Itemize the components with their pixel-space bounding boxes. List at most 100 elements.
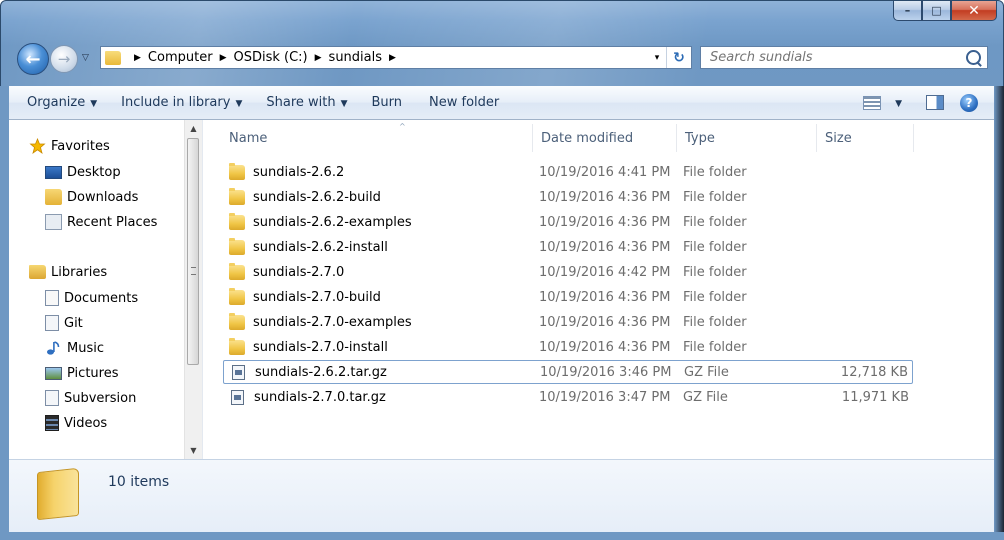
file-row[interactable]: sundials-2.6.2-build 10/19/2016 4:36 PM Fi…	[223, 185, 913, 209]
file-name-cell[interactable]: sundials-2.6.2.tar.gz	[230, 364, 387, 380]
scroll-up-button[interactable]: ▲	[185, 120, 202, 137]
caption-buttons: – □ ✕	[893, 1, 997, 21]
scroll-grip-icon	[191, 267, 196, 275]
organize-button[interactable]: Organize ▼	[9, 95, 106, 110]
forward-button[interactable]: →	[50, 45, 78, 73]
scrollbar-thumb[interactable]	[187, 138, 199, 365]
file-row[interactable]: sundials-2.6.2.tar.gz 10/19/2016 3:46 PM G…	[223, 360, 913, 384]
sidebar-item-subversion[interactable]: Subversion	[45, 387, 136, 409]
file-type: File folder	[683, 164, 747, 180]
forward-arrow-icon: →	[57, 50, 71, 68]
sidebar-item-videos[interactable]: Videos	[45, 412, 107, 434]
column-header-name[interactable]: Name ^	[229, 122, 529, 152]
file-name-cell[interactable]: sundials-2.7.0-examples	[229, 312, 412, 330]
refresh-icon: ↻	[673, 49, 685, 66]
file-list: Name ^ Date modified Type Size sundials-…	[205, 120, 994, 459]
file-date-modified: 10/19/2016 3:47 PM	[539, 389, 671, 405]
sidebar-item-downloads[interactable]: Downloads	[45, 186, 138, 208]
git-library-icon	[45, 315, 59, 331]
sidebar-item-pictures[interactable]: Pictures	[45, 362, 118, 384]
chevron-right-icon[interactable]: ▶	[389, 53, 396, 63]
chevron-right-icon[interactable]: ▶	[134, 53, 141, 63]
column-header-size[interactable]: Size	[816, 124, 914, 152]
sidebar-item-favorites[interactable]: Favorites	[29, 135, 110, 157]
file-name-cell[interactable]: sundials-2.7.0	[229, 262, 345, 280]
more-views-button[interactable]: ▼	[884, 95, 908, 110]
file-name-cell[interactable]: sundials-2.6.2-build	[229, 187, 381, 205]
file-size: 11,971 KB	[841, 389, 909, 405]
subversion-library-icon	[45, 390, 59, 406]
address-dropdown-button[interactable]: ▾	[648, 53, 666, 63]
new-folder-button[interactable]: New folder	[411, 95, 508, 110]
file-row[interactable]: sundials-2.6.2-install 10/19/2016 4:36 PM…	[223, 235, 913, 259]
sidebar-item-git[interactable]: Git	[45, 312, 83, 334]
file-name-cell[interactable]: sundials-2.6.2	[229, 162, 344, 180]
refresh-button[interactable]: ↻	[666, 47, 691, 68]
file-type: File folder	[683, 239, 747, 255]
help-icon[interactable]: ?	[960, 93, 978, 112]
file-date-modified: 10/19/2016 4:36 PM	[539, 239, 671, 255]
search-icon[interactable]	[966, 50, 981, 65]
file-name-cell[interactable]: sundials-2.7.0-build	[229, 287, 381, 305]
archive-file-icon	[231, 389, 244, 405]
file-row[interactable]: sundials-2.7.0-install 10/19/2016 4:36 PM…	[223, 335, 913, 359]
file-name-cell[interactable]: sundials-2.6.2-examples	[229, 212, 412, 230]
search-input[interactable]	[701, 49, 962, 66]
maximize-button[interactable]: □	[922, 1, 951, 21]
folder-icon	[229, 212, 245, 230]
file-row[interactable]: sundials-2.6.2 10/19/2016 4:41 PM File fol…	[223, 160, 913, 184]
file-type: File folder	[683, 264, 747, 280]
file-type: File folder	[683, 214, 747, 230]
file-date-modified: 10/19/2016 4:42 PM	[539, 264, 671, 280]
sidebar-item-desktop[interactable]: Desktop	[45, 161, 121, 183]
file-name-cell[interactable]: sundials-2.7.0-install	[229, 337, 388, 355]
file-date-modified: 10/19/2016 4:36 PM	[539, 339, 671, 355]
file-name: sundials-2.6.2-examples	[253, 214, 412, 230]
file-row[interactable]: sundials-2.7.0.tar.gz 10/19/2016 3:47 PM G…	[223, 385, 913, 409]
file-name-cell[interactable]: sundials-2.7.0.tar.gz	[229, 389, 386, 405]
sidebar-item-music[interactable]: Music	[45, 337, 104, 359]
burn-button[interactable]: Burn	[357, 95, 412, 110]
chevron-right-icon[interactable]: ▶	[220, 53, 227, 63]
sidebar-item-documents[interactable]: Documents	[45, 287, 138, 309]
file-type: File folder	[683, 339, 747, 355]
folder-icon	[229, 337, 245, 355]
close-button[interactable]: ✕	[951, 1, 997, 21]
scroll-down-button[interactable]: ▼	[185, 442, 202, 459]
file-row[interactable]: sundials-2.7.0 10/19/2016 4:42 PM File fol…	[223, 260, 913, 284]
file-row[interactable]: sundials-2.7.0-examples 10/19/2016 4:36 P…	[223, 310, 913, 334]
breadcrumb-sundials[interactable]: sundials	[329, 50, 382, 65]
file-name-cell[interactable]: sundials-2.6.2-install	[229, 237, 388, 255]
file-row[interactable]: sundials-2.7.0-build 10/19/2016 4:36 PM Fi…	[223, 285, 913, 309]
file-type: GZ File	[683, 389, 728, 405]
star-icon	[29, 138, 46, 154]
file-name: sundials-2.7.0	[253, 264, 345, 280]
sidebar-item-libraries[interactable]: Libraries	[29, 261, 107, 283]
file-date-modified: 10/19/2016 4:41 PM	[539, 164, 671, 180]
change-view-icon[interactable]	[863, 95, 882, 110]
search-box[interactable]	[700, 46, 988, 69]
chevron-right-icon[interactable]: ▶	[315, 53, 322, 63]
back-button[interactable]: ←	[17, 43, 49, 75]
sidebar-item-label: Desktop	[67, 164, 121, 180]
include-in-library-button[interactable]: Include in library ▼	[106, 95, 251, 110]
window-frame-right	[994, 86, 1004, 532]
sidebar-scrollbar[interactable]: ▲ ▼	[184, 120, 202, 459]
file-row[interactable]: sundials-2.6.2-examples 10/19/2016 4:36 P…	[223, 210, 913, 234]
preview-pane-icon[interactable]	[926, 95, 944, 110]
share-with-button[interactable]: Share with ▼	[251, 95, 356, 110]
breadcrumb-computer[interactable]: Computer	[148, 50, 213, 65]
file-date-modified: 10/19/2016 4:36 PM	[539, 214, 671, 230]
breadcrumb-osdisk[interactable]: OSDisk (C:)	[233, 50, 307, 65]
column-header-type[interactable]: Type	[676, 124, 815, 152]
sidebar-item-recent-places[interactable]: Recent Places	[45, 211, 157, 233]
address-bar[interactable]: ▶ Computer ▶ OSDisk (C:) ▶ sundials ▶ ▾ …	[100, 46, 692, 69]
file-date-modified: 10/19/2016 4:36 PM	[539, 314, 671, 330]
sidebar-item-label: Favorites	[51, 138, 110, 154]
desktop-icon	[45, 165, 62, 179]
recent-pages-button[interactable]: ▽	[82, 53, 89, 63]
column-header-date-modified[interactable]: Date modified	[532, 124, 677, 152]
details-pane: 10 items	[9, 459, 994, 532]
minimize-button[interactable]: –	[893, 1, 922, 21]
sidebar-item-label: Recent Places	[67, 214, 158, 230]
